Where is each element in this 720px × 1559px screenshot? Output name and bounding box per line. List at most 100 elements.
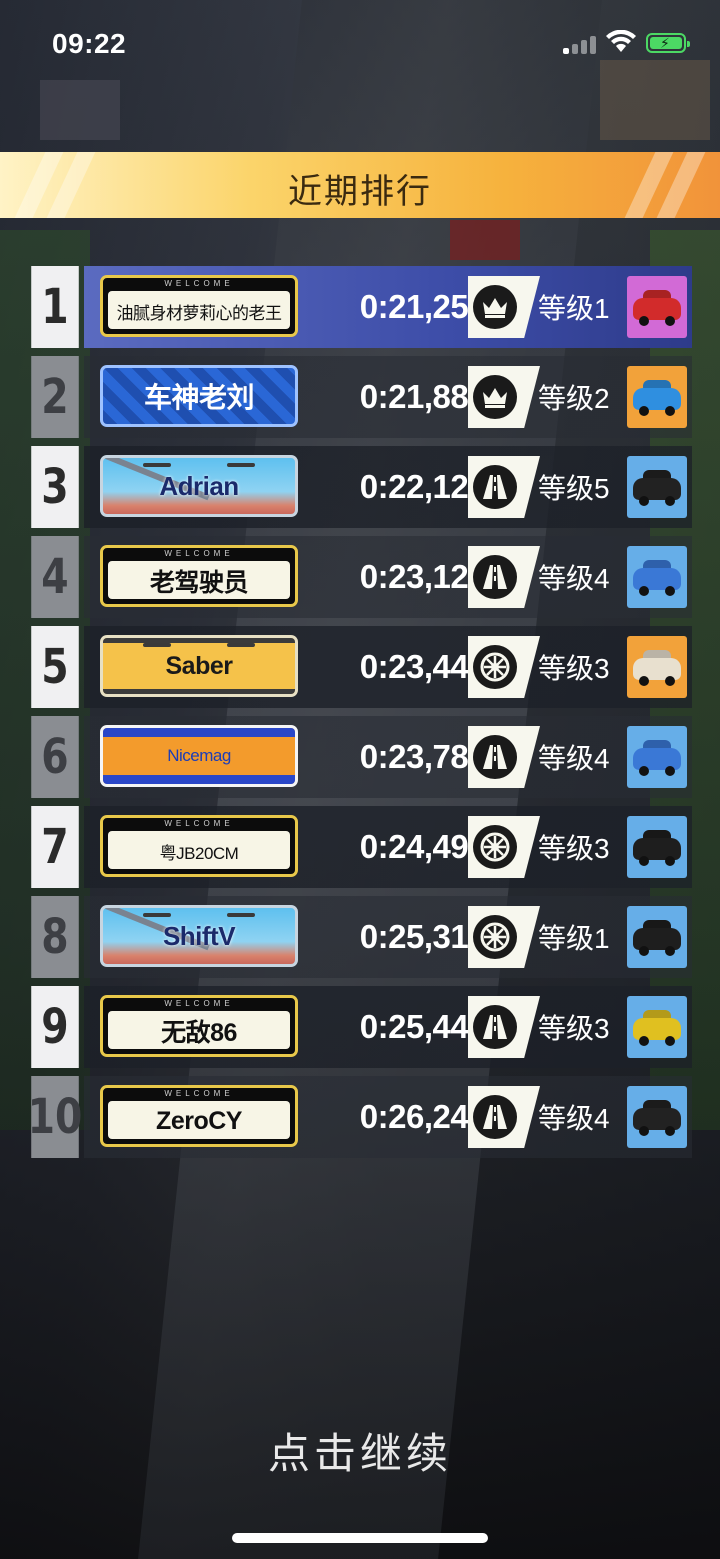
road-icon <box>473 1005 517 1049</box>
wheel-icon <box>473 825 517 869</box>
player-level: 等级1 <box>538 293 610 324</box>
rank-badge <box>468 906 540 968</box>
player-name: 粤JB20CM <box>159 843 239 863</box>
leaderboard-row: 3 Adrian 0:22,12 等级5 <box>26 446 692 528</box>
row-body: Nicemag 0:23,78 等级4 <box>84 716 692 798</box>
player-name: Adrian <box>159 470 239 501</box>
home-indicator[interactable] <box>232 1533 488 1543</box>
rank-number: 2 <box>31 356 79 438</box>
row-body: WELCOME ZeroCY 0:26,24 等级4 <box>84 1076 692 1158</box>
player-name: ShiftV <box>162 920 236 951</box>
player-level: 等级4 <box>538 563 610 594</box>
rank-number: 8 <box>31 896 79 978</box>
leaderboard-row: 8 ShiftV 0:25,31 等级1 <box>26 896 692 978</box>
row-body: WELCOME 老驾驶员 0:23,12 等级4 <box>84 536 692 618</box>
leaderboard-row: 1 WELCOME 油腻身材萝莉心的老王 0:21,25 等级1 <box>26 266 692 348</box>
row-body: WELCOME 粤JB20CM 0:24,49 等级3 <box>84 806 692 888</box>
row-body: 车神老刘 0:21,88 等级2 <box>84 356 692 438</box>
rank-number: 3 <box>31 446 79 528</box>
rank-number: 6 <box>31 716 79 798</box>
leaderboard-row: 10 WELCOME ZeroCY 0:26,24 等级4 <box>26 1076 692 1158</box>
crown-icon <box>473 375 517 419</box>
leaderboard-row: 9 WELCOME 无敌86 0:25,44 等级3 <box>26 986 692 1068</box>
leaderboard: 1 WELCOME 油腻身材萝莉心的老王 0:21,25 等级1 2 车神老刘 0:21,88… <box>26 266 692 1166</box>
rank-badge <box>468 1086 540 1148</box>
background-car <box>450 220 520 260</box>
rank-badge <box>468 546 540 608</box>
status-time: 09:22 <box>52 28 127 59</box>
leaderboard-row: 6 Nicemag 0:23,78 等级4 <box>26 716 692 798</box>
page-title: 近期排行 <box>288 173 432 211</box>
header-banner: 近期排行 <box>0 152 720 218</box>
player-name: Nicemag <box>167 746 231 765</box>
rank-number: 5 <box>31 626 79 708</box>
leaderboard-row: 7 WELCOME 粤JB20CM 0:24,49 等级3 <box>26 806 692 888</box>
leaderboard-row: 4 WELCOME 老驾驶员 0:23,12 等级4 <box>26 536 692 618</box>
row-body: Adrian 0:22,12 等级5 <box>84 446 692 528</box>
license-plate: WELCOME 油腻身材萝莉心的老王 <box>100 275 298 337</box>
license-plate: Saber <box>100 635 298 697</box>
license-plate: 车神老刘 <box>100 365 298 427</box>
car-thumbnail <box>627 1086 687 1148</box>
road-icon <box>473 735 517 779</box>
player-name: 油腻身材萝莉心的老王 <box>116 303 283 323</box>
player-level: 等级3 <box>538 833 610 864</box>
rank-number: 10 <box>28 1076 82 1158</box>
battery-charging-icon: ⚡ <box>646 33 690 53</box>
car-thumbnail <box>627 996 687 1058</box>
player-level: 等级1 <box>538 923 610 954</box>
license-plate: Adrian <box>100 455 298 517</box>
cellular-signal-icon <box>563 34 597 54</box>
row-body: ShiftV 0:25,31 等级1 <box>84 896 692 978</box>
license-plate: WELCOME 老驾驶员 <box>100 545 298 607</box>
player-level: 等级3 <box>538 1013 610 1044</box>
rank-badge <box>468 726 540 788</box>
player-name: 老驾驶员 <box>149 569 249 597</box>
status-bar: 09:22 ⚡ <box>0 0 720 90</box>
rank-badge <box>468 816 540 878</box>
rank-number: 4 <box>31 536 79 618</box>
wheel-icon <box>473 645 517 689</box>
tap-to-continue[interactable]: 点击继续 <box>0 1420 720 1481</box>
road-icon <box>473 555 517 599</box>
row-body: Saber 0:23,44 等级3 <box>84 626 692 708</box>
rank-badge <box>468 456 540 518</box>
rank-badge <box>468 996 540 1058</box>
license-plate: ShiftV <box>100 905 298 967</box>
crown-icon <box>473 285 517 329</box>
car-thumbnail <box>627 456 687 518</box>
car-thumbnail <box>627 726 687 788</box>
wifi-icon <box>606 30 636 52</box>
player-name: Saber <box>165 651 233 680</box>
rank-badge <box>468 276 540 338</box>
player-name: 无敌86 <box>161 1019 237 1047</box>
car-thumbnail <box>627 276 687 338</box>
license-plate: WELCOME 无敌86 <box>100 995 298 1057</box>
wheel-icon <box>473 915 517 959</box>
license-plate: WELCOME ZeroCY <box>100 1085 298 1147</box>
car-thumbnail <box>627 546 687 608</box>
road-icon <box>473 465 517 509</box>
car-thumbnail <box>627 636 687 698</box>
road-icon <box>473 1095 517 1139</box>
rank-number: 7 <box>31 806 79 888</box>
player-name: 车神老刘 <box>143 382 255 413</box>
player-level: 等级3 <box>538 653 610 684</box>
row-body: WELCOME 无敌86 0:25,44 等级3 <box>84 986 692 1068</box>
license-plate: WELCOME 粤JB20CM <box>100 815 298 877</box>
rank-number: 1 <box>31 266 79 348</box>
player-level: 等级4 <box>538 1103 610 1134</box>
rank-badge <box>468 636 540 698</box>
player-level: 等级2 <box>538 383 610 414</box>
row-body: WELCOME 油腻身材萝莉心的老王 0:21,25 等级1 <box>84 266 692 348</box>
rank-badge <box>468 366 540 428</box>
leaderboard-row: 2 车神老刘 0:21,88 等级2 <box>26 356 692 438</box>
player-level: 等级5 <box>538 473 610 504</box>
leaderboard-row: 5 Saber 0:23,44 等级3 <box>26 626 692 708</box>
car-thumbnail <box>627 366 687 428</box>
player-level: 等级4 <box>538 743 610 774</box>
player-name: ZeroCY <box>156 1106 242 1135</box>
car-thumbnail <box>627 906 687 968</box>
rank-number: 9 <box>31 986 79 1068</box>
license-plate: Nicemag <box>100 725 298 787</box>
